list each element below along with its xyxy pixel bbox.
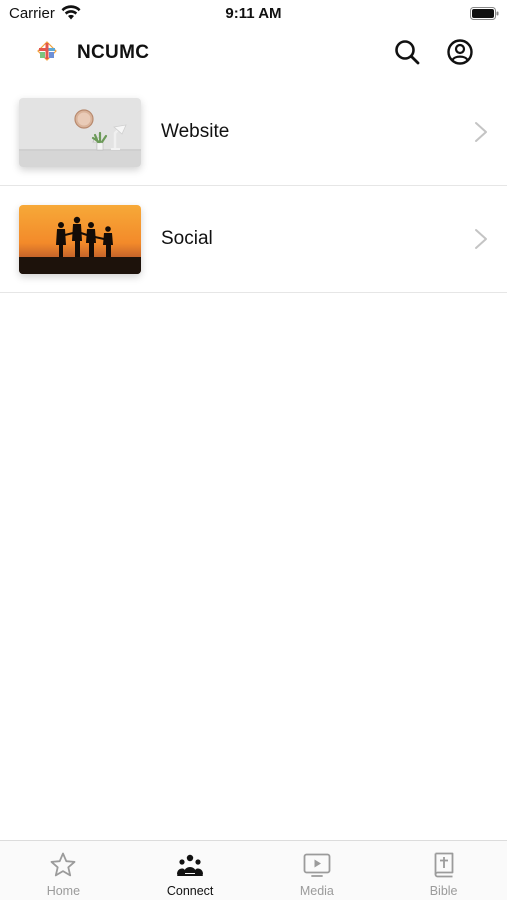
people-icon (177, 854, 204, 876)
social-thumbnail (19, 205, 141, 274)
account-button[interactable] (446, 38, 474, 66)
tab-connect[interactable]: Connect (127, 841, 254, 900)
list-item-label: Social (161, 228, 213, 249)
chevron-right-icon (475, 229, 487, 249)
connect-list: Website Social (0, 79, 507, 293)
tab-bible[interactable]: Bible (380, 841, 507, 900)
search-button[interactable] (393, 38, 421, 66)
account-icon (447, 39, 473, 65)
tab-label: Bible (429, 884, 458, 898)
status-time: 9:11 AM (225, 5, 282, 22)
star-icon (50, 852, 76, 877)
tab-bar: Home Connect Media Bible (0, 840, 507, 900)
bible-cross-icon (434, 852, 454, 878)
tab-label: Media (299, 884, 334, 898)
church-logo-icon (37, 41, 57, 61)
list-item-label: Website (161, 121, 230, 142)
search-icon (395, 40, 420, 65)
play-screen-icon (303, 853, 331, 877)
chevron-right-icon (475, 122, 487, 142)
app-title: NCUMC (77, 42, 150, 63)
status-bar: Carrier 9:11 AM (0, 0, 507, 28)
tab-media[interactable]: Media (254, 841, 381, 900)
app-header: NCUMC (0, 30, 507, 76)
website-thumbnail (19, 98, 141, 167)
tab-home[interactable]: Home (0, 841, 127, 900)
battery-icon (470, 7, 499, 20)
tab-label: Connect (166, 884, 214, 898)
list-item-social[interactable]: Social (0, 186, 507, 293)
tab-label: Home (46, 884, 81, 898)
list-item-website[interactable]: Website (0, 79, 507, 186)
